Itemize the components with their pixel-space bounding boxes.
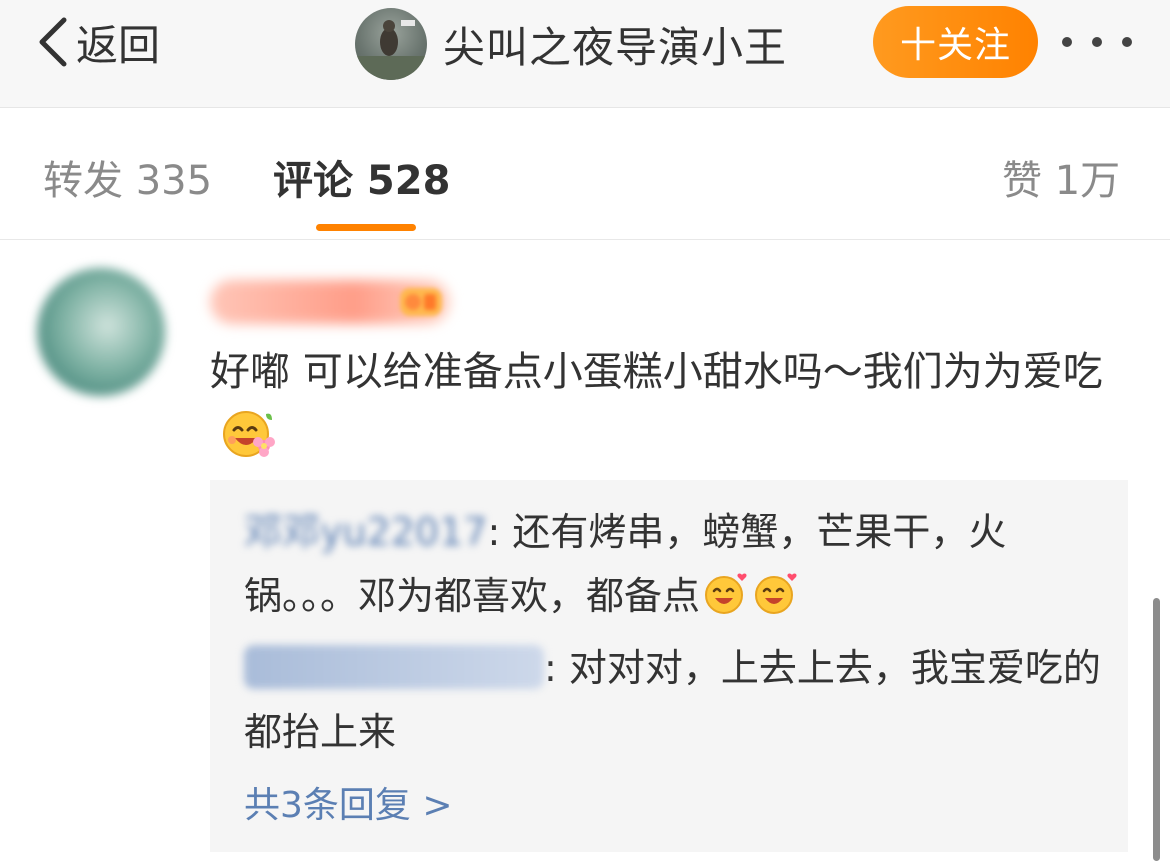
tab-comments[interactable]: 评论 528: [273, 148, 450, 206]
member-badge-icon: [400, 288, 442, 316]
back-label: 返回: [76, 20, 161, 70]
reply-separator: :: [487, 510, 513, 554]
dot: [1122, 37, 1132, 47]
dot: [1092, 37, 1102, 47]
active-tab-indicator: [316, 224, 416, 231]
chevron-left-icon: [39, 17, 67, 67]
more-options-icon[interactable]: [1052, 22, 1142, 62]
comment-body: 好嘟 可以给准备点小蛋糕小甜水吗～我们为为爱吃: [210, 340, 1130, 469]
avatar-figure-icon: [355, 20, 427, 80]
dot: [1062, 37, 1072, 47]
reply-item: : 对对对，上去上去，我宝爱吃的都抬上来: [244, 636, 1104, 764]
back-button[interactable]: 返回: [32, 10, 160, 74]
commenter-avatar[interactable]: [37, 268, 165, 396]
comment-text: 好嘟 可以给准备点小蛋糕小甜水吗～我们为为爱吃: [210, 349, 1103, 395]
tab-reposts[interactable]: 转发 335: [43, 148, 212, 206]
interaction-tabs: 转发 335 评论 528 赞 1万: [0, 108, 1170, 240]
reply-username[interactable]: [244, 645, 544, 689]
user-avatar[interactable]: [355, 8, 427, 80]
top-navbar: 返回 尖叫之夜导演小王 十关注: [0, 0, 1170, 108]
page-title: 尖叫之夜导演小王: [443, 22, 788, 72]
view-all-replies-link[interactable]: 共3条回复 >: [244, 776, 453, 828]
happy-flower-emoji-icon: [223, 411, 275, 457]
follow-button[interactable]: 十关注: [873, 6, 1038, 78]
love-emoji-icon: [705, 573, 747, 614]
scrollbar[interactable]: [1153, 598, 1160, 861]
tab-likes[interactable]: 赞 1万: [1002, 148, 1120, 206]
reply-separator: :: [544, 646, 569, 690]
love-emoji-icon: [755, 573, 797, 614]
reply-item: 邓邓yu22017: 还有烤串，螃蟹，芒果干，火锅。。。邓为都喜欢，都备点: [244, 500, 1104, 628]
user-header[interactable]: 尖叫之夜导演小王: [355, 8, 787, 80]
reply-username[interactable]: 邓邓yu22017: [244, 510, 487, 554]
